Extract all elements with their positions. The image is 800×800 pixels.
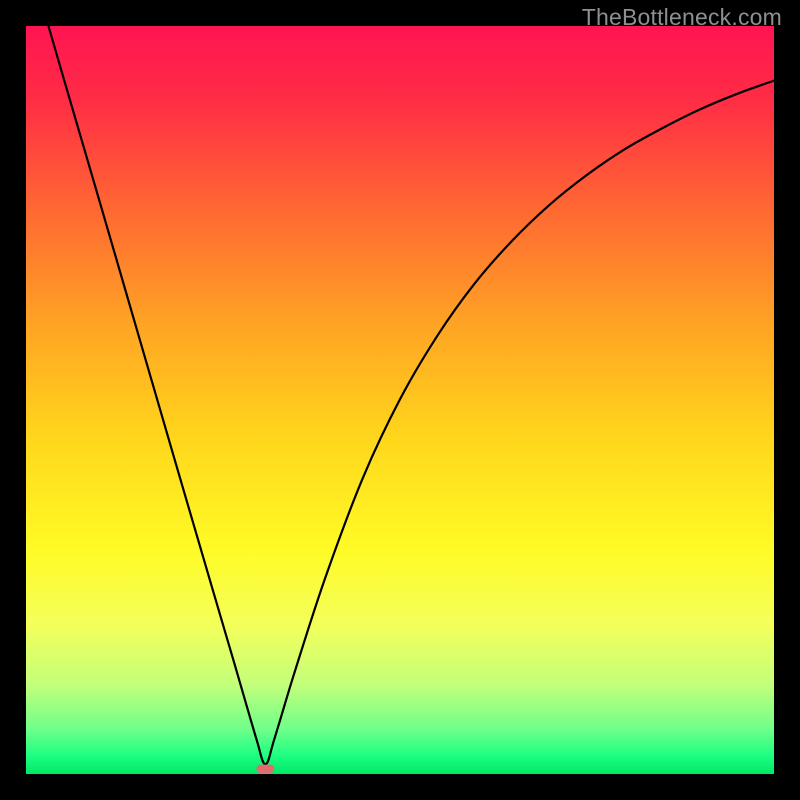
outer-frame: TheBottleneck.com	[0, 0, 800, 800]
min-marker	[256, 765, 274, 773]
plot-area	[26, 26, 774, 774]
bottleneck-chart	[26, 26, 774, 774]
